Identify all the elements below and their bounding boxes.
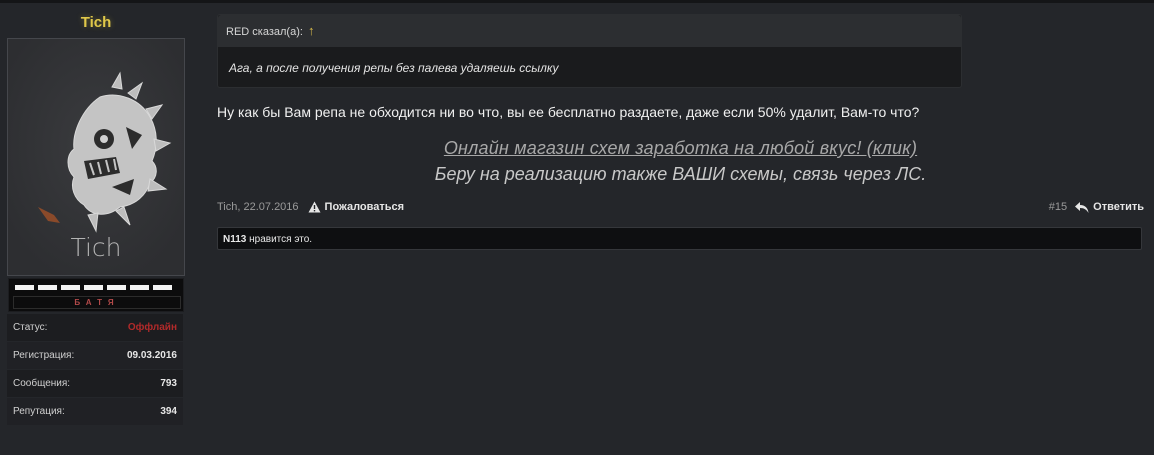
- post-meta: Tich, 22.07.2016 Пожаловаться #15 Ответи…: [217, 201, 1144, 217]
- likes-summary: N113 нравится это.: [217, 227, 1142, 250]
- report-button[interactable]: Пожаловаться: [308, 201, 405, 213]
- rank-label: БАТЯ: [13, 296, 181, 309]
- info-label: Сообщения:: [13, 378, 71, 389]
- signature-text: Беру на реализацию также ВАШИ схемы, свя…: [434, 164, 927, 184]
- quote-header: RED сказал(а): ↑: [218, 15, 961, 47]
- signature: Онлайн магазин схем заработка на любой в…: [217, 138, 1144, 185]
- post-message: Ну как бы Вам репа не обходится ни во чт…: [217, 104, 920, 120]
- warning-icon: [308, 201, 321, 213]
- reply-label: Ответить: [1093, 201, 1144, 213]
- info-row-reputation: Репутация: 394: [7, 398, 183, 425]
- user-sidebar: Tich Tich БАТЯ Статус: Оффлайн Регистрац…: [6, 12, 186, 426]
- username[interactable]: Tich: [6, 12, 186, 34]
- info-row-messages: Сообщения: 793: [7, 370, 183, 397]
- messages-value[interactable]: 793: [160, 378, 177, 389]
- quote-jump-arrow-icon[interactable]: ↑: [308, 23, 315, 38]
- reply-icon: [1075, 201, 1089, 213]
- report-label: Пожаловаться: [324, 201, 405, 213]
- signature-link[interactable]: Онлайн магазин схем заработка на любой в…: [444, 138, 917, 159]
- quote-text: Ага, а после получения репы без палева у…: [229, 61, 559, 75]
- info-row-registration: Регистрация: 09.03.2016: [7, 342, 183, 369]
- avatar-caption: Tich: [70, 233, 122, 262]
- info-row-status: Статус: Оффлайн: [7, 314, 183, 341]
- rank-bars: [15, 285, 172, 290]
- user-info: Статус: Оффлайн Регистрация: 09.03.2016 …: [7, 314, 183, 425]
- info-label: Статус:: [13, 322, 48, 333]
- reply-button[interactable]: Ответить: [1075, 201, 1144, 213]
- status-value: Оффлайн: [127, 322, 177, 333]
- info-label: Регистрация:: [13, 350, 75, 361]
- post-number-link[interactable]: #15: [1049, 201, 1067, 213]
- likes-text: нравится это.: [246, 234, 313, 245]
- avatar[interactable]: Tich: [7, 38, 185, 276]
- reputation-value: 394: [160, 406, 177, 417]
- info-label: Репутация:: [13, 406, 65, 417]
- like-user-link[interactable]: N113: [223, 234, 246, 245]
- post-author-date[interactable]: Tich, 22.07.2016: [217, 201, 299, 213]
- registration-value: 09.03.2016: [126, 350, 177, 361]
- rank-banner: БАТЯ: [8, 278, 184, 312]
- quote-author[interactable]: RED сказал(а):: [226, 26, 303, 38]
- quote-block: RED сказал(а): ↑ Ага, а после получения …: [217, 14, 962, 88]
- top-border: [0, 0, 1154, 3]
